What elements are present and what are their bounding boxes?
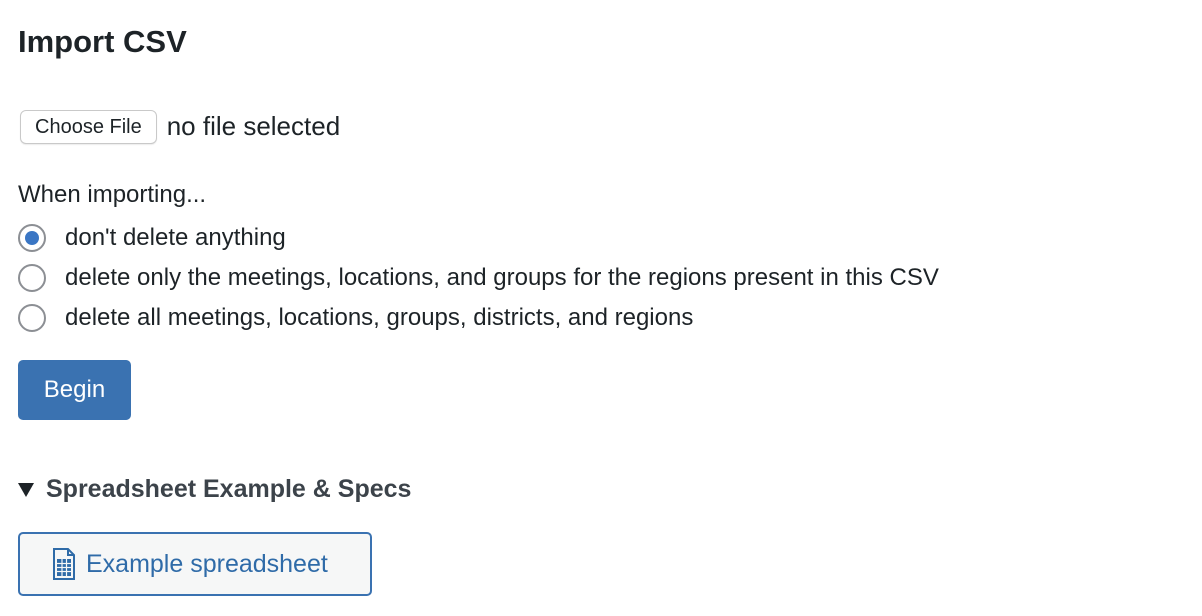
page-title: Import CSV <box>18 24 187 59</box>
disclosure-triangle-icon <box>18 483 34 497</box>
file-input-row: Choose File no file selected <box>20 107 340 144</box>
begin-button[interactable]: Begin <box>18 360 131 420</box>
import-options-radio-group: don't delete anything delete only the me… <box>18 218 939 338</box>
radio-button-delete-all[interactable] <box>18 304 46 332</box>
radio-option-delete-all[interactable]: delete all meetings, locations, groups, … <box>18 298 939 338</box>
radio-button-dont-delete[interactable] <box>18 224 46 252</box>
choose-file-button[interactable]: Choose File <box>20 110 157 144</box>
spreadsheet-specs-toggle[interactable]: Spreadsheet Example & Specs <box>18 473 411 505</box>
import-options-label: When importing... <box>18 181 207 208</box>
radio-button-delete-regions[interactable] <box>18 264 46 292</box>
spreadsheet-icon <box>53 548 75 580</box>
radio-option-dont-delete[interactable]: don't delete anything <box>18 218 939 258</box>
radio-label-delete-all[interactable]: delete all meetings, locations, groups, … <box>65 302 693 334</box>
radio-label-dont-delete[interactable]: don't delete anything <box>65 222 286 254</box>
example-spreadsheet-label[interactable]: Example spreadsheet <box>86 550 328 579</box>
spreadsheet-specs-summary[interactable]: Spreadsheet Example & Specs <box>46 473 411 505</box>
radio-option-delete-regions[interactable]: delete only the meetings, locations, and… <box>18 258 939 298</box>
radio-label-delete-regions[interactable]: delete only the meetings, locations, and… <box>65 262 939 294</box>
example-spreadsheet-button[interactable]: Example spreadsheet <box>18 532 372 596</box>
file-status-text: no file selected <box>166 110 341 141</box>
